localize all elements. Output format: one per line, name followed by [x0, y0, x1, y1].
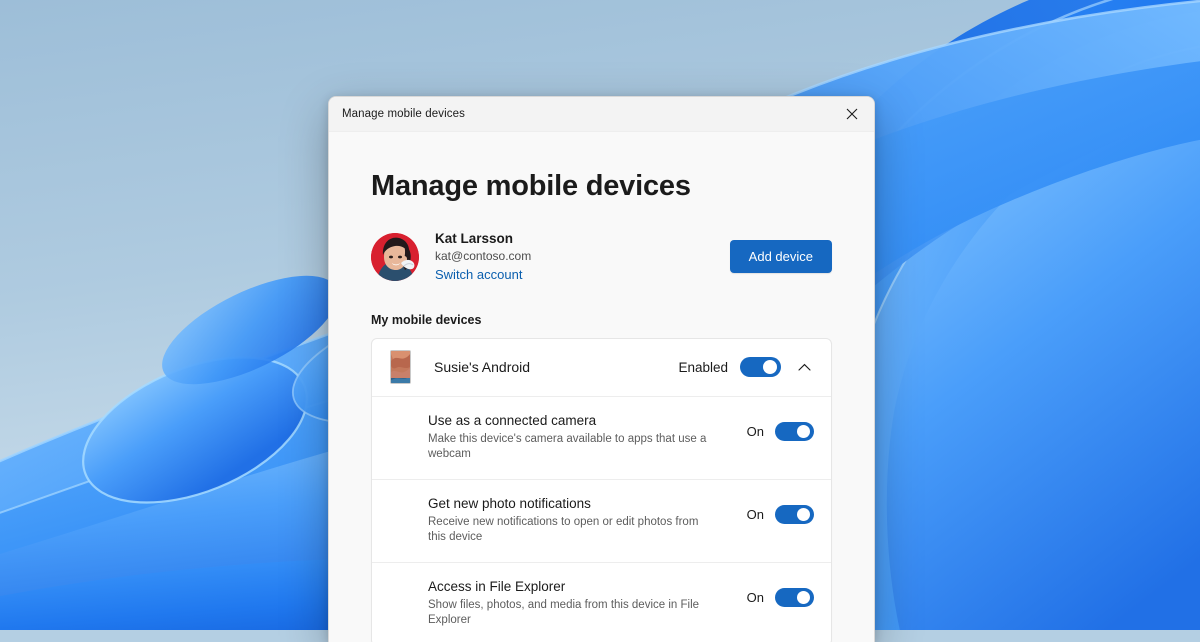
- close-button[interactable]: [830, 97, 874, 131]
- setting-title: Access in File Explorer: [428, 578, 566, 594]
- account-name: Kat Larsson: [435, 230, 514, 246]
- setting-description: Receive new notifications to open or edi…: [428, 515, 699, 544]
- account-info: Kat Larsson kat@contoso.com Switch accou…: [435, 230, 531, 284]
- toggle-knob: [797, 507, 810, 521]
- device-header-row[interactable]: Susie's Android Enabled: [372, 339, 831, 396]
- setting-toggle[interactable]: [775, 421, 814, 441]
- setting-row[interactable]: Use as a connected camera Make this devi…: [372, 395, 831, 479]
- close-icon: [846, 108, 858, 120]
- setting-control: On: [747, 495, 814, 524]
- setting-description: Make this device's camera available to a…: [428, 432, 707, 461]
- avatar: [371, 232, 419, 281]
- setting-toggle[interactable]: [775, 504, 814, 524]
- setting-text: Access in File Explorer Show files, phot…: [428, 578, 708, 629]
- manage-mobile-devices-dialog: Manage mobile devices Manage mobile devi…: [328, 96, 875, 642]
- chevron-up-icon: [797, 364, 811, 371]
- device-name: Susie's Android: [434, 359, 531, 376]
- phone-photo-thumbnail-icon: [390, 350, 411, 385]
- device-enabled-toggle[interactable]: [740, 357, 781, 378]
- setting-title: Get new photo notifications: [428, 495, 591, 511]
- device-card: Susie's Android Enabled Use as a connect…: [371, 337, 832, 642]
- toggle-knob: [797, 590, 810, 604]
- setting-control: On: [747, 578, 814, 607]
- section-title: My mobile devices: [371, 312, 482, 327]
- account-email: kat@contoso.com: [435, 248, 532, 263]
- page-title: Manage mobile devices: [371, 170, 691, 202]
- add-device-button[interactable]: Add device: [729, 240, 832, 274]
- toggle-knob: [763, 360, 777, 375]
- setting-state-label: On: [746, 423, 764, 439]
- setting-text: Get new photo notifications Receive new …: [428, 495, 708, 546]
- setting-description: Show files, photos, and media from this …: [428, 598, 700, 627]
- setting-state-label: On: [746, 506, 764, 522]
- dialog-titlebar: Manage mobile devices: [329, 97, 874, 132]
- titlebar-title: Manage mobile devices: [342, 108, 465, 120]
- setting-state-label: On: [746, 589, 764, 605]
- account-row: Kat Larsson kat@contoso.com Switch accou…: [371, 230, 832, 284]
- setting-title: Use as a connected camera: [428, 412, 597, 428]
- setting-control: On: [747, 412, 814, 441]
- setting-text: Use as a connected camera Make this devi…: [428, 412, 708, 463]
- switch-account-link[interactable]: Switch account: [435, 266, 531, 284]
- collapse-device-button[interactable]: [794, 363, 814, 371]
- user-photo-avatar-icon: [371, 232, 419, 281]
- phone-thumbnail-image: [391, 351, 410, 384]
- device-state-label: Enabled: [678, 359, 728, 375]
- toggle-knob: [797, 424, 810, 438]
- setting-row[interactable]: Get new photo notifications Receive new …: [372, 478, 831, 562]
- setting-toggle[interactable]: [775, 587, 814, 607]
